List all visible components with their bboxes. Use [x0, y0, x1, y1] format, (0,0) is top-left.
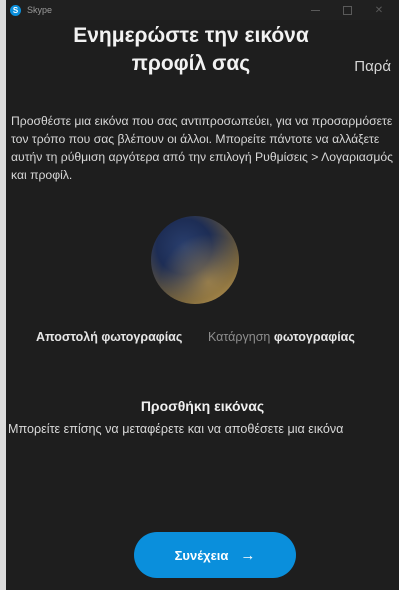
- maximize-icon: [342, 5, 352, 15]
- skype-window: S Skype ✕ Ενημερώστε την εικόνα προφίλ σ…: [6, 0, 399, 590]
- remove-photo-prefix: Κατάργηση: [208, 330, 271, 344]
- window-controls: ✕: [299, 0, 395, 20]
- remove-photo-suffix: φωτογραφίας: [273, 330, 355, 344]
- page-title: Ενημερώστε την εικόνα προφίλ σας: [73, 24, 309, 75]
- skype-logo-icon: S: [10, 4, 21, 16]
- remove-photo-link[interactable]: Κατάργηση φωτογραφίας: [208, 330, 355, 344]
- upload-photo-link[interactable]: Αποστολή φωτογραφίας: [36, 330, 182, 344]
- avatar-highlight: [151, 216, 239, 304]
- title-bar: S Skype ✕: [6, 0, 399, 20]
- profile-description: Προσθέστε μια εικόνα που σας αντιπροσωπε…: [11, 114, 394, 182]
- app-name: Skype: [27, 5, 53, 15]
- add-image-title: Προσθήκη εικόνας: [140, 398, 265, 414]
- arrow-right-icon: →: [240, 546, 256, 564]
- close-button[interactable]: ✕: [363, 0, 395, 20]
- continue-label: Συνέχεια: [174, 547, 229, 563]
- maximize-button[interactable]: [331, 0, 363, 20]
- skip-link[interactable]: Παρά: [354, 58, 391, 75]
- continue-button[interactable]: Συνέχεια →: [134, 532, 296, 578]
- minimize-button[interactable]: [299, 0, 331, 20]
- close-icon: ✕: [374, 4, 384, 16]
- minimize-icon: [310, 9, 320, 11]
- drag-drop-hint: Μπορείτε επίσης να μεταφέρετε και να απο…: [8, 422, 344, 436]
